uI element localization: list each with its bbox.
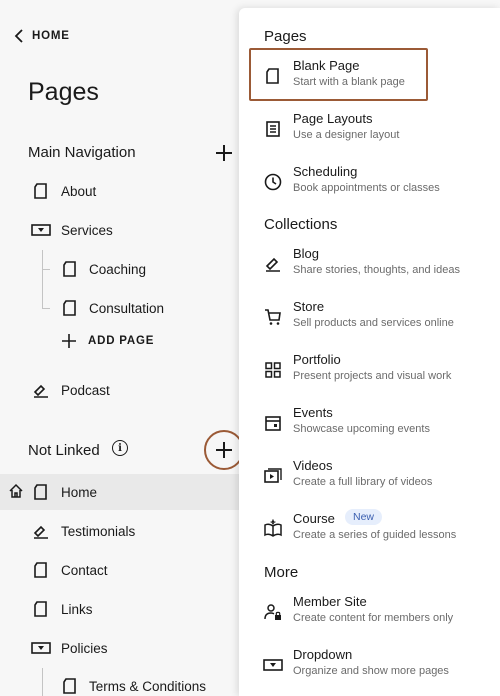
new-badge: New bbox=[345, 509, 383, 525]
option-portfolio[interactable]: Portfolio Present projects and visual wo… bbox=[239, 352, 500, 398]
main-navigation-title: Main Navigation bbox=[28, 144, 136, 161]
group-title-collections: Collections bbox=[264, 216, 338, 233]
pages-sidebar: HOME Pages Main Navigation About Service… bbox=[0, 0, 250, 696]
nav-item-policies[interactable]: Policies bbox=[0, 630, 240, 666]
layout-icon bbox=[263, 119, 283, 139]
option-description: Present projects and visual work bbox=[293, 370, 452, 382]
dropdown-icon bbox=[263, 655, 283, 675]
option-dropdown[interactable]: Dropdown Organize and show more pages bbox=[239, 647, 500, 693]
not-linked-title: Not Linked bbox=[28, 442, 100, 459]
option-blank-page[interactable]: Blank Page Start with a blank page bbox=[239, 58, 500, 104]
page-icon bbox=[32, 182, 50, 200]
option-title: Portfolio bbox=[293, 352, 341, 367]
option-videos[interactable]: Videos Create a full library of videos bbox=[239, 458, 500, 504]
group-title-pages: Pages bbox=[264, 28, 307, 45]
nav-item-label: Services bbox=[61, 222, 113, 238]
video-icon bbox=[263, 466, 283, 486]
nav-item-consultation[interactable]: Consultation bbox=[0, 290, 240, 326]
option-description: Create content for members only bbox=[293, 612, 454, 624]
option-description: Showcase upcoming events bbox=[293, 423, 430, 435]
option-title: Blank Page bbox=[293, 58, 360, 73]
option-description: Use a designer layout bbox=[293, 129, 400, 141]
option-title: Store bbox=[293, 299, 325, 314]
nav-item-label: Coaching bbox=[89, 261, 147, 277]
blog-icon bbox=[263, 254, 283, 274]
page-icon bbox=[61, 260, 79, 278]
nav-item-label: Home bbox=[61, 484, 98, 500]
option-title: Member Site bbox=[293, 594, 367, 609]
option-scheduling[interactable]: Scheduling Book appointments or classes bbox=[239, 164, 500, 210]
page-icon bbox=[32, 483, 50, 501]
nav-item-services[interactable]: Services bbox=[0, 212, 240, 248]
page-icon bbox=[61, 299, 79, 317]
add-not-linked-button[interactable] bbox=[204, 430, 244, 470]
option-description: Create a full library of videos bbox=[293, 476, 433, 488]
nav-item-about[interactable]: About bbox=[0, 173, 240, 209]
info-icon[interactable]: i bbox=[112, 440, 128, 456]
option-title: Blog bbox=[293, 246, 320, 261]
page-icon bbox=[61, 677, 79, 695]
add-main-nav-plus-icon[interactable] bbox=[214, 143, 234, 163]
option-title: Course bbox=[293, 511, 335, 526]
option-description: Organize and show more pages bbox=[293, 665, 449, 677]
nav-item-label: Consultation bbox=[89, 300, 165, 316]
page-icon bbox=[32, 561, 50, 579]
folder-dropdown-icon bbox=[31, 639, 51, 657]
blank-page-icon bbox=[263, 66, 283, 86]
calendar-icon bbox=[263, 413, 283, 433]
back-home-label: HOME bbox=[32, 30, 70, 42]
nav-item-label: Links bbox=[61, 601, 93, 617]
option-description: Sell products and services online bbox=[293, 317, 454, 329]
nav-item-label: Testimonials bbox=[61, 523, 136, 539]
home-icon bbox=[8, 483, 26, 501]
plus-icon bbox=[60, 332, 78, 350]
option-title: Events bbox=[293, 405, 333, 420]
nav-item-testimonials[interactable]: Testimonials bbox=[0, 513, 240, 549]
nav-item-label: Terms & Conditions bbox=[89, 678, 207, 694]
grid-icon bbox=[263, 360, 283, 380]
option-description: Create a series of guided lessons bbox=[293, 529, 457, 541]
chevron-left-icon bbox=[14, 29, 24, 43]
nav-item-home[interactable]: Home bbox=[0, 474, 240, 510]
option-title: Scheduling bbox=[293, 164, 358, 179]
clock-icon bbox=[263, 172, 283, 192]
option-description: Start with a blank page bbox=[293, 76, 405, 88]
nav-item-label: Contact bbox=[61, 562, 108, 578]
nav-item-podcast[interactable]: Podcast bbox=[0, 372, 240, 408]
nav-item-contact[interactable]: Contact bbox=[0, 552, 240, 588]
option-description: Share stories, thoughts, and ideas bbox=[293, 264, 460, 276]
back-home-link[interactable]: HOME bbox=[14, 27, 70, 45]
page-icon bbox=[32, 600, 50, 618]
option-member-site[interactable]: Member Site Create content for members o… bbox=[239, 594, 500, 640]
option-events[interactable]: Events Showcase upcoming events bbox=[239, 405, 500, 451]
page-title: Pages bbox=[28, 78, 99, 106]
option-page-layouts[interactable]: Page Layouts Use a designer layout bbox=[239, 111, 500, 157]
add-page-button[interactable]: ADD PAGE bbox=[60, 332, 154, 350]
nav-item-terms[interactable]: Terms & Conditions bbox=[0, 668, 240, 696]
nav-item-links[interactable]: Links bbox=[0, 591, 240, 627]
option-course[interactable]: Course New Create a series of guided les… bbox=[239, 509, 500, 557]
nav-item-label: About bbox=[61, 183, 97, 199]
group-title-more: More bbox=[264, 564, 299, 581]
nav-item-label: Policies bbox=[61, 640, 108, 656]
blog-icon bbox=[32, 381, 50, 399]
option-title: Page Layouts bbox=[293, 111, 373, 126]
cart-icon bbox=[263, 307, 283, 327]
book-icon bbox=[263, 519, 283, 539]
blog-icon bbox=[32, 522, 50, 540]
option-description: Book appointments or classes bbox=[293, 182, 440, 194]
nav-item-coaching[interactable]: Coaching bbox=[0, 251, 240, 287]
folder-dropdown-icon bbox=[31, 221, 51, 239]
option-title: Videos bbox=[293, 458, 333, 473]
add-page-label: ADD PAGE bbox=[88, 335, 155, 347]
option-store[interactable]: Store Sell products and services online bbox=[239, 299, 500, 345]
add-page-menu: Pages Blank Page Start with a blank page… bbox=[239, 8, 500, 696]
plus-icon bbox=[214, 440, 234, 460]
option-blog[interactable]: Blog Share stories, thoughts, and ideas bbox=[239, 246, 500, 292]
member-icon bbox=[263, 602, 283, 622]
nav-item-label: Podcast bbox=[61, 382, 110, 398]
option-title: Dropdown bbox=[293, 647, 353, 662]
